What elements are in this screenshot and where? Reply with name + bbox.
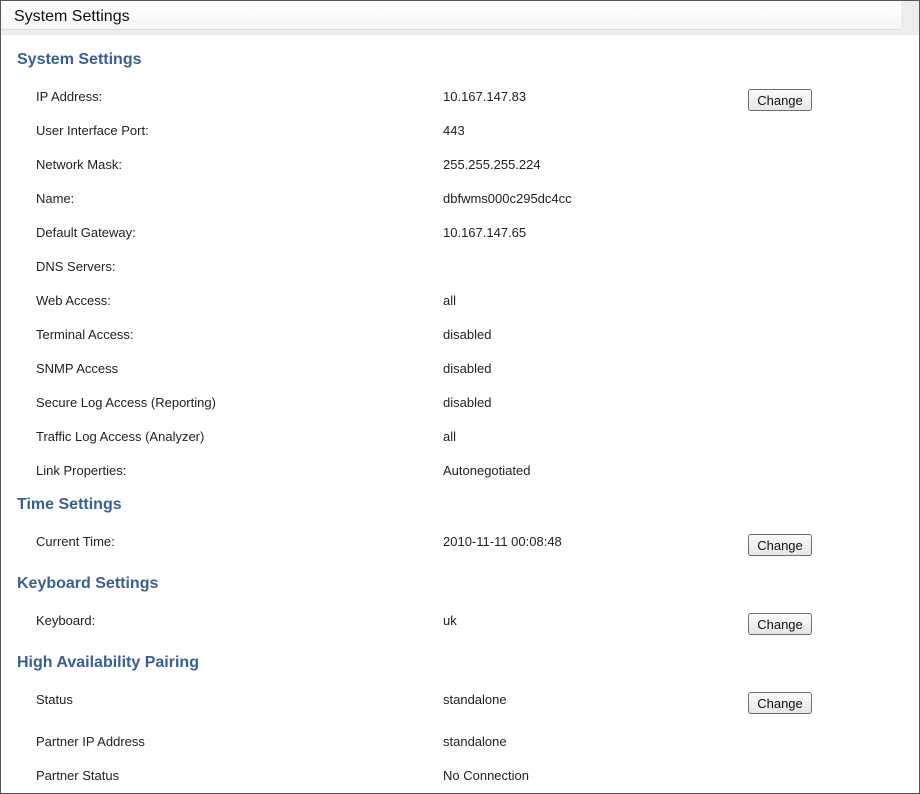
network-mask-label: Network Mask:: [36, 157, 122, 172]
current-time-label: Current Time:: [36, 534, 115, 549]
link-properties-label: Link Properties:: [36, 463, 127, 478]
ip-address-value: 10.167.147.83: [443, 89, 527, 104]
name-label: Name:: [36, 191, 75, 206]
traffic-log-access-label: Traffic Log Access (Analyzer): [36, 429, 205, 444]
terminal-access-value: disabled: [443, 327, 492, 342]
change-ha-status-button[interactable]: Change: [748, 692, 812, 714]
secure-log-access-label: Secure Log Access (Reporting): [36, 395, 216, 410]
keyboard-settings-heading: Keyboard Settings: [17, 575, 159, 592]
panel-title-tab: System Settings: [1, 1, 901, 30]
ha-status-value: standalone: [443, 692, 507, 707]
settings-panel: System Settings System Settings IP Addre…: [0, 0, 920, 794]
web-access-value: all: [443, 293, 457, 308]
partner-ip-label: Partner IP Address: [36, 734, 145, 749]
ip-address-label: IP Address:: [36, 89, 103, 104]
partner-ip-value: standalone: [443, 734, 507, 749]
ha-pairing-heading: High Availability Pairing: [17, 654, 199, 671]
keyboard-label: Keyboard:: [36, 613, 96, 628]
secure-log-access-value: disabled: [443, 395, 492, 410]
change-time-button[interactable]: Change: [748, 534, 812, 556]
dns-servers-label: DNS Servers:: [36, 259, 116, 274]
ui-port-label: User Interface Port:: [36, 123, 149, 138]
snmp-access-value: disabled: [443, 361, 492, 376]
change-ip-address-button[interactable]: Change: [748, 89, 812, 111]
time-settings-heading: Time Settings: [17, 496, 122, 513]
partner-status-value: No Connection: [443, 768, 529, 783]
name-value: dbfwms000c295dc4cc: [443, 191, 572, 206]
panel-titlebar: System Settings: [1, 1, 919, 35]
ha-status-label: Status: [36, 692, 73, 707]
link-properties-value: Autonegotiated: [443, 463, 531, 478]
default-gateway-label: Default Gateway:: [36, 225, 136, 240]
system-settings-heading: System Settings: [17, 51, 142, 68]
network-mask-value: 255.255.255.224: [443, 157, 541, 172]
default-gateway-value: 10.167.147.65: [443, 225, 527, 240]
ui-port-value: 443: [443, 123, 465, 138]
panel-title: System Settings: [14, 8, 130, 25]
current-time-value: 2010-11-11 00:08:48: [443, 534, 562, 549]
change-keyboard-button[interactable]: Change: [748, 613, 812, 635]
web-access-label: Web Access:: [36, 293, 111, 308]
partner-status-label: Partner Status: [36, 768, 120, 783]
keyboard-value: uk: [443, 613, 457, 628]
terminal-access-label: Terminal Access:: [36, 327, 134, 342]
snmp-access-label: SNMP Access: [36, 361, 119, 376]
traffic-log-access-value: all: [443, 429, 457, 444]
